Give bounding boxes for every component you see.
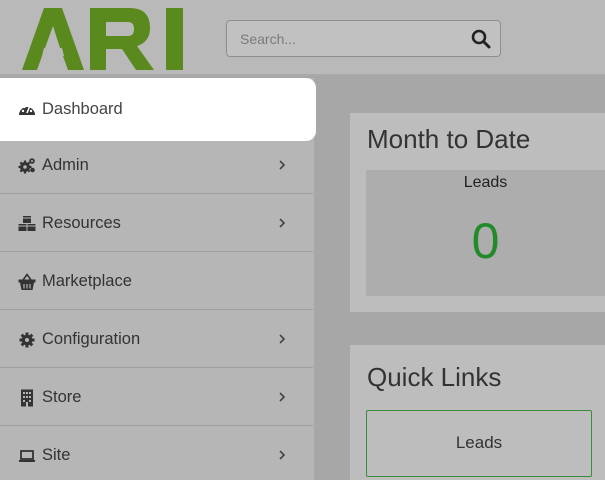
sidebar-item-store[interactable]: Store — [0, 369, 313, 426]
sidebar-item-label: Store — [42, 388, 82, 406]
chevron-right-icon — [279, 450, 286, 460]
sidebar-item-label: Configuration — [42, 330, 141, 348]
sidebar-item-configuration[interactable]: Configuration — [0, 311, 313, 368]
quick-link-leads-button[interactable]: Leads — [366, 410, 592, 477]
panel-title: Quick Links — [367, 362, 502, 392]
chevron-right-icon — [279, 218, 286, 228]
sidebar-nav: Dashboard Admin Resources Marketplace Co… — [0, 78, 316, 480]
sidebar-item-label: Admin — [42, 156, 89, 174]
sidebar-item-label: Dashboard — [42, 100, 123, 118]
top-header — [0, 0, 605, 76]
search-icon — [471, 29, 491, 49]
chevron-right-icon — [279, 334, 286, 344]
sidebar-item-marketplace[interactable]: Marketplace — [0, 253, 313, 310]
search-box — [226, 20, 501, 57]
gear-icon — [19, 332, 35, 348]
quick-links-panel: Quick Links Leads — [350, 345, 605, 480]
metric-value: 0 — [471, 213, 500, 269]
chevron-right-icon — [279, 392, 286, 402]
sidebar-item-resources[interactable]: Resources — [0, 195, 313, 252]
sidebar-item-dashboard[interactable]: Dashboard — [0, 78, 316, 141]
sidebar-item-label: Marketplace — [42, 272, 132, 290]
dashboard-gauge-icon — [19, 105, 35, 115]
search-button[interactable] — [471, 29, 491, 49]
panel-title: Month to Date — [367, 124, 531, 154]
quick-link-label: Leads — [455, 433, 503, 452]
sidebar-item-label: Resources — [42, 214, 121, 232]
ari-logo[interactable] — [22, 8, 190, 70]
laptop-icon — [18, 450, 36, 462]
cubes-icon — [18, 216, 36, 231]
sidebar-item-label: Site — [42, 446, 71, 464]
leads-metric-card: Leads 0 — [366, 170, 605, 296]
basket-icon — [18, 273, 36, 290]
sidebar-item-site[interactable]: Site — [0, 427, 313, 480]
month-to-date-panel: Month to Date Leads 0 — [350, 113, 605, 312]
sidebar-item-admin[interactable]: Admin — [0, 137, 313, 194]
metric-label: Leads — [463, 174, 508, 191]
cogs-icon — [18, 158, 35, 174]
chevron-right-icon — [279, 160, 286, 170]
building-icon — [21, 389, 33, 407]
search-input[interactable] — [227, 21, 463, 56]
